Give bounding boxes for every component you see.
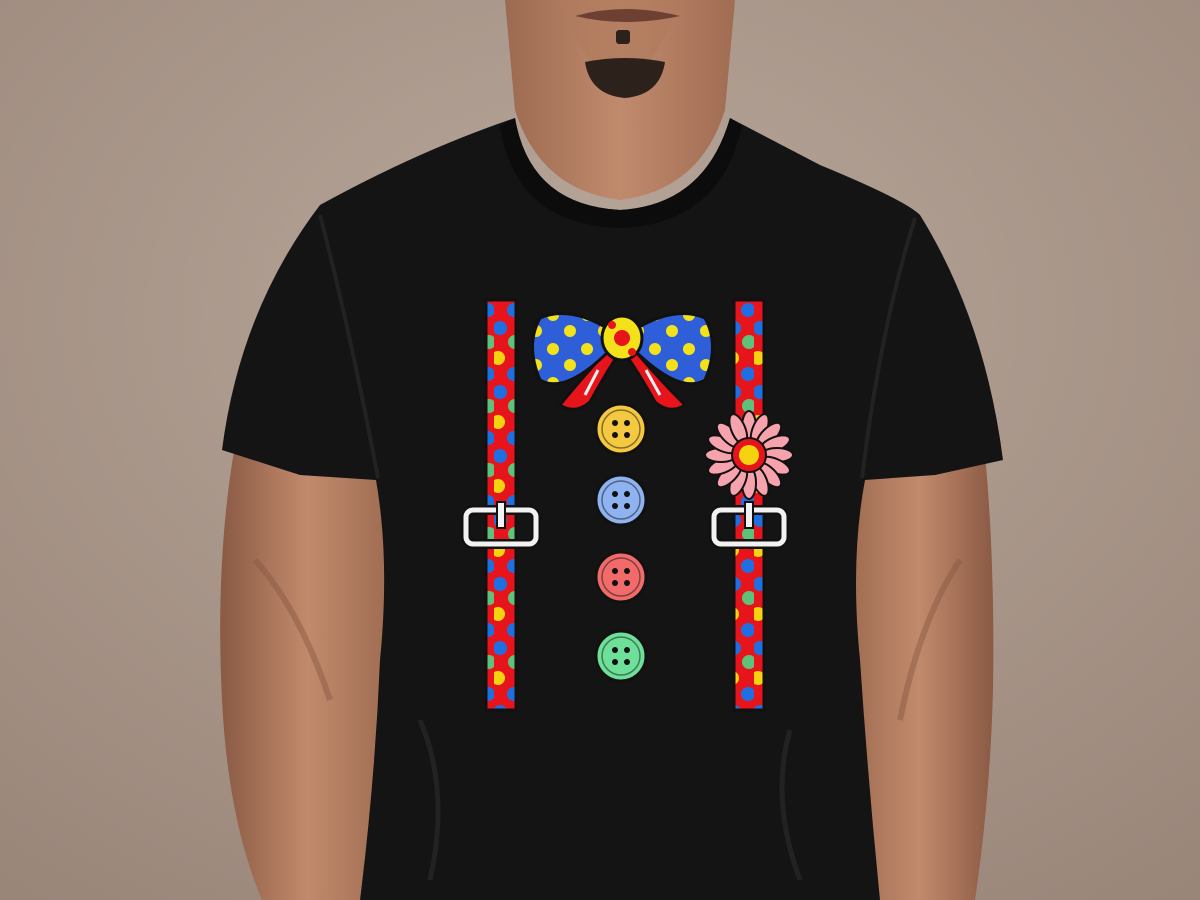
photo-illustration <box>0 0 1200 900</box>
photo-scene <box>0 0 1200 900</box>
flower-icon <box>704 410 794 500</box>
button-icon <box>594 629 648 683</box>
button-icon <box>594 473 648 527</box>
button-icon <box>594 402 648 456</box>
flower-center-inner <box>739 445 759 465</box>
button-icon <box>594 550 648 604</box>
